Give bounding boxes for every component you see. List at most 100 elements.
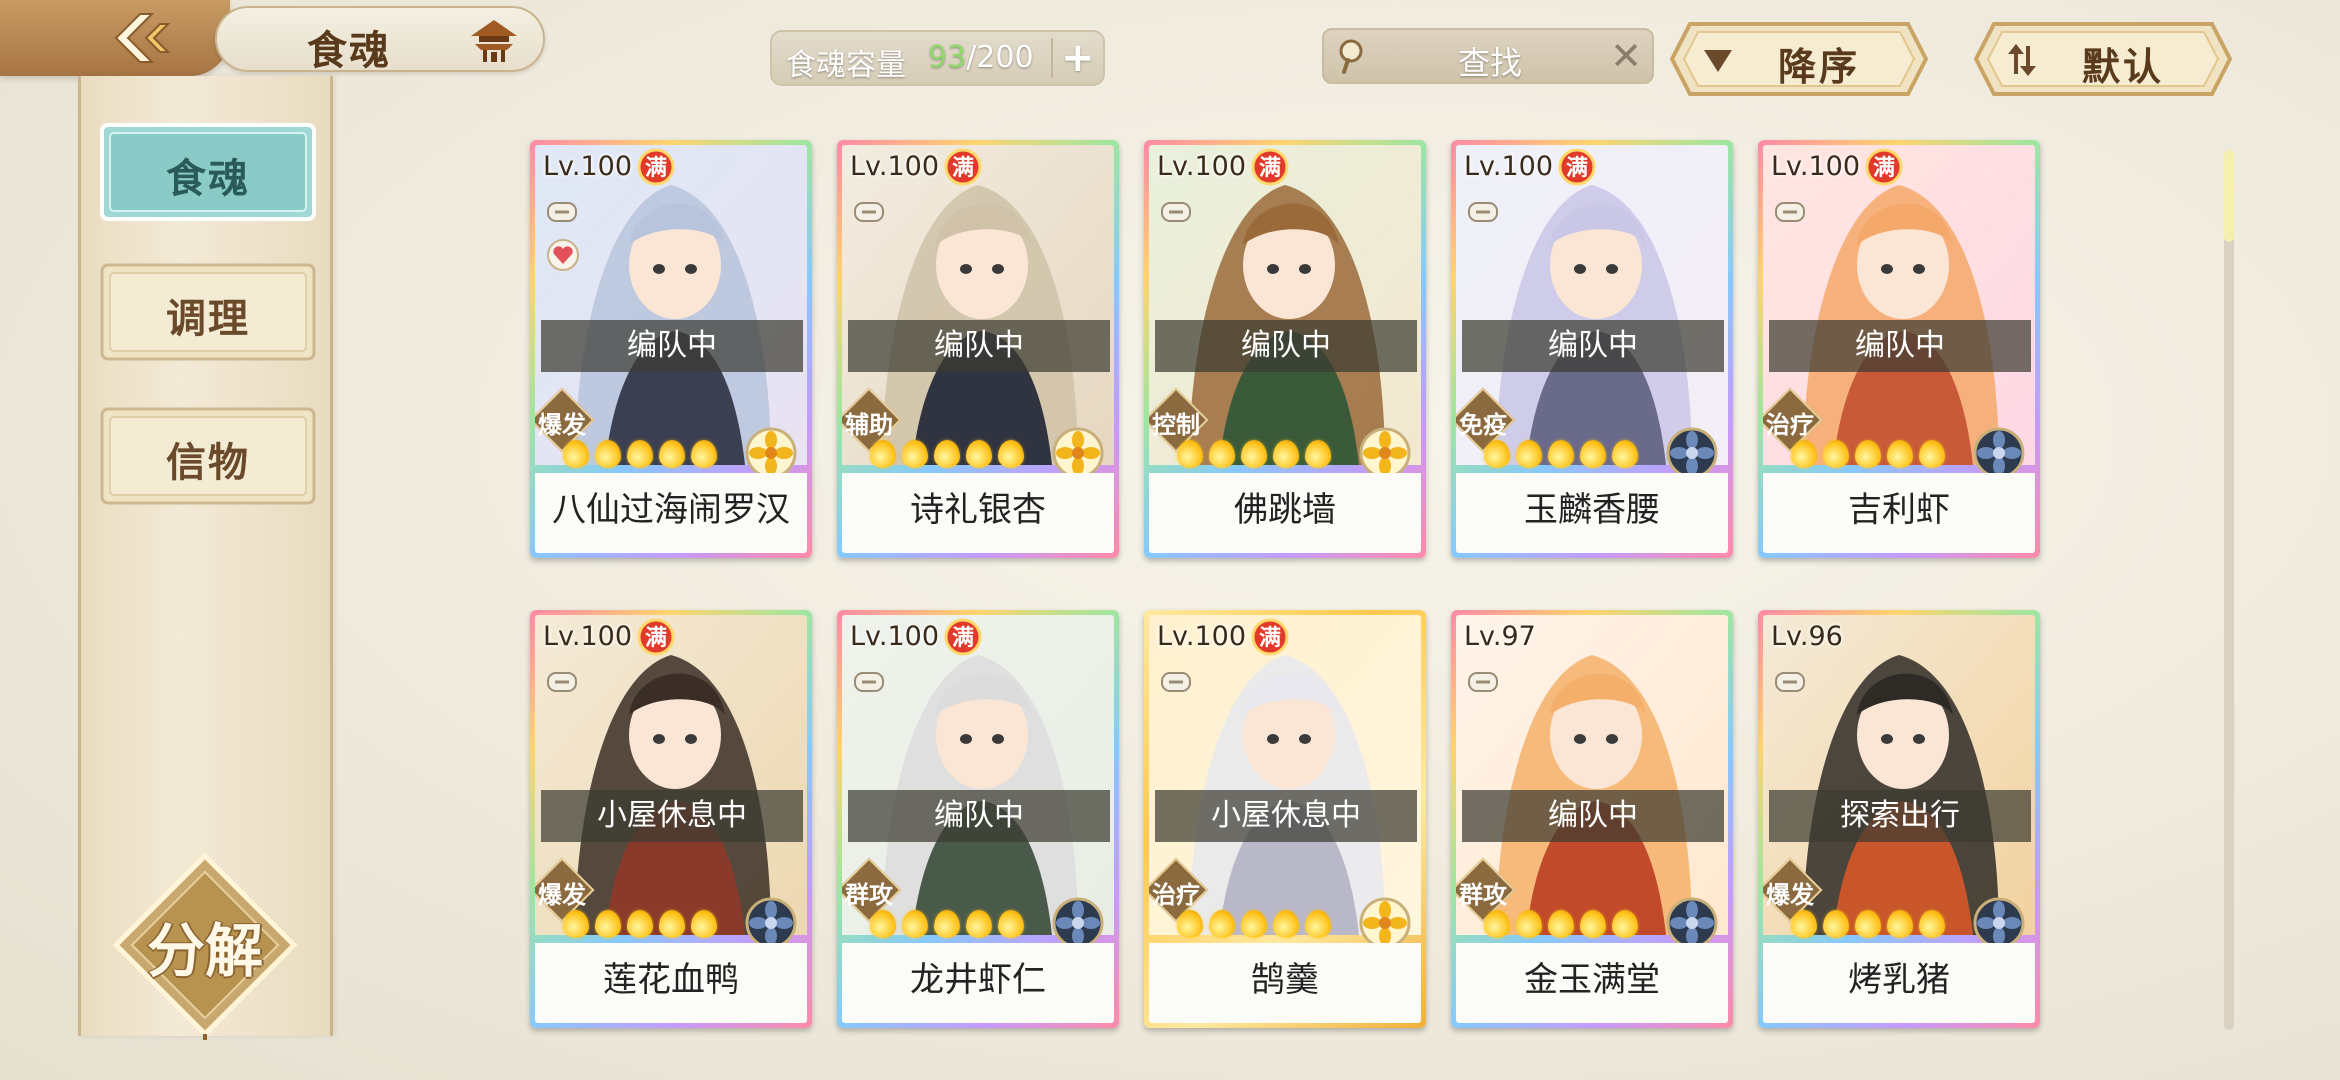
back-button[interactable] xyxy=(110,10,180,66)
decompose-button[interactable]: 分解 xyxy=(110,850,300,1040)
food-soul-card[interactable]: Lv.97 编队中 群攻 金玉满堂 xyxy=(1451,610,1733,1028)
star-icon xyxy=(998,440,1024,468)
back-arrow-icon xyxy=(114,13,171,63)
food-soul-card[interactable]: Lv.100 满 编队中 控制 佛跳墙 xyxy=(1144,140,1426,558)
role-label: 群攻 xyxy=(1459,881,1507,909)
star-icon xyxy=(870,910,896,938)
sort-order-label: 降序 xyxy=(1778,45,1861,89)
lock-icon[interactable] xyxy=(1466,195,1500,225)
star-icon xyxy=(1887,910,1913,938)
status-label: 编队中 xyxy=(1462,320,1724,372)
star-icon xyxy=(1548,910,1574,938)
max-level-text: 满 xyxy=(1259,626,1281,651)
star-icon xyxy=(1612,910,1638,938)
lock-icon[interactable] xyxy=(1773,665,1807,695)
lock-icon[interactable] xyxy=(852,195,886,225)
star-icon xyxy=(1612,440,1638,468)
star-icon xyxy=(627,440,653,468)
max-level-badge: 满 xyxy=(1865,148,1903,186)
card-inner: Lv.100 满 编队中 辅助 诗礼银杏 xyxy=(842,145,1114,553)
card-inner: Lv.100 满 编队中 控制 佛跳墙 xyxy=(1149,145,1421,553)
sort-order-button[interactable]: 降序 xyxy=(1668,20,1930,98)
food-soul-card[interactable]: Lv.100 满 编队中 免疫 玉麟香腰 xyxy=(1451,140,1733,558)
status-label: 编队中 xyxy=(1155,320,1417,372)
lock-icon[interactable] xyxy=(545,195,579,225)
lock-icon[interactable] xyxy=(1773,195,1807,225)
plus-icon: + xyxy=(1061,35,1095,81)
capacity-count: 93/200 xyxy=(928,40,1034,75)
star-icon xyxy=(966,440,992,468)
level-label: Lv.100 xyxy=(543,621,633,652)
star-icon xyxy=(1305,440,1331,468)
status-label: 编队中 xyxy=(1462,790,1724,842)
food-soul-card[interactable]: Lv.100 满 小屋休息中 爆发 莲花血鸭 xyxy=(530,610,812,1028)
star-icon xyxy=(1823,440,1849,468)
lock-icon[interactable] xyxy=(1466,665,1500,695)
food-soul-name: 龙井虾仁 xyxy=(842,943,1114,1023)
max-level-badge: 满 xyxy=(944,618,982,656)
star-rating xyxy=(1177,910,1337,940)
food-soul-name: 莲花血鸭 xyxy=(535,943,807,1023)
food-soul-name: 玉麟香腰 xyxy=(1456,473,1728,553)
swap-arrows-icon xyxy=(2008,44,2036,76)
lock-icon[interactable] xyxy=(545,665,579,695)
expand-capacity-button[interactable]: + xyxy=(1051,38,1095,78)
food-soul-name: 佛跳墙 xyxy=(1149,473,1421,553)
food-soul-name: 鹄羹 xyxy=(1149,943,1421,1023)
scrollbar-thumb[interactable] xyxy=(2224,150,2234,242)
sidebar-item-label: 调理 xyxy=(166,296,250,342)
star-icon xyxy=(902,440,928,468)
scrollbar[interactable] xyxy=(2224,150,2234,1030)
max-level-badge: 满 xyxy=(637,618,675,656)
star-icon xyxy=(595,440,621,468)
top-bar: 食魂 食魂容量 93/200 + 查找 ✕ 降序 默认 xyxy=(0,0,2340,96)
food-soul-card[interactable]: Lv.100 满 编队中 治疗 吉利虾 xyxy=(1758,140,2040,558)
sidebar-item-tokens[interactable]: 信物 xyxy=(99,406,317,506)
food-soul-card[interactable]: Lv.100 满 编队中 群攻 龙井虾仁 xyxy=(837,610,1119,1028)
food-soul-card[interactable]: Lv.100 满 编队中 辅助 诗礼银杏 xyxy=(837,140,1119,558)
dark-flower-emblem-icon xyxy=(745,897,797,949)
food-soul-card[interactable]: Lv.100 满 小屋休息中 治疗 鹄羹 xyxy=(1144,610,1426,1028)
star-rating xyxy=(563,910,723,940)
star-rating xyxy=(870,910,1030,940)
card-inner: Lv.100 满 小屋休息中 治疗 鹄羹 xyxy=(1149,615,1421,1023)
star-icon xyxy=(1209,910,1235,938)
star-icon xyxy=(1791,440,1817,468)
capacity-label: 食魂容量 xyxy=(786,48,906,83)
lock-icon[interactable] xyxy=(1159,195,1193,225)
star-icon xyxy=(1548,440,1574,468)
star-icon xyxy=(934,910,960,938)
card-inner: Lv.100 满 小屋休息中 爆发 莲花血鸭 xyxy=(535,615,807,1023)
level-label: Lv.100 xyxy=(1771,151,1861,182)
clear-icon[interactable]: ✕ xyxy=(1610,34,1642,78)
star-rating xyxy=(1791,440,1951,470)
star-icon xyxy=(1209,440,1235,468)
food-soul-card[interactable]: Lv.96 探索出行 爆发 烤乳猪 xyxy=(1758,610,2040,1028)
star-icon xyxy=(1273,910,1299,938)
sidebar-item-conditioning[interactable]: 调理 xyxy=(99,262,317,362)
dark-flower-emblem-icon xyxy=(1973,897,2025,949)
card-inner: Lv.100 满 编队中 群攻 龙井虾仁 xyxy=(842,615,1114,1023)
lock-icon[interactable] xyxy=(852,665,886,695)
search-box[interactable]: 查找 ✕ xyxy=(1322,28,1654,84)
star-icon xyxy=(1177,440,1203,468)
star-icon xyxy=(1516,440,1542,468)
sidebar-item-food-souls[interactable]: 食魂 xyxy=(99,122,317,222)
star-icon xyxy=(1823,910,1849,938)
star-icon xyxy=(870,440,896,468)
food-soul-card[interactable]: Lv.100 满 编队中 爆发 八仙过海闹罗汉 xyxy=(530,140,812,558)
food-soul-name: 金玉满堂 xyxy=(1456,943,1728,1023)
favorite-heart-icon[interactable] xyxy=(547,239,579,271)
star-icon xyxy=(1855,440,1881,468)
level-label: Lv.100 xyxy=(1157,621,1247,652)
search-input[interactable]: 查找 xyxy=(1458,38,1522,84)
status-label: 小屋休息中 xyxy=(541,790,803,842)
sort-mode-button[interactable]: 默认 xyxy=(1972,20,2234,98)
card-inner: Lv.100 满 编队中 爆发 八仙过海闹罗汉 xyxy=(535,145,807,553)
max-level-text: 满 xyxy=(1566,156,1588,181)
gold-flower-emblem-icon xyxy=(1359,897,1411,949)
sidebar-item-label: 信物 xyxy=(166,440,250,486)
star-icon xyxy=(1516,910,1542,938)
dark-flower-emblem-icon xyxy=(1666,427,1718,479)
lock-icon[interactable] xyxy=(1159,665,1193,695)
